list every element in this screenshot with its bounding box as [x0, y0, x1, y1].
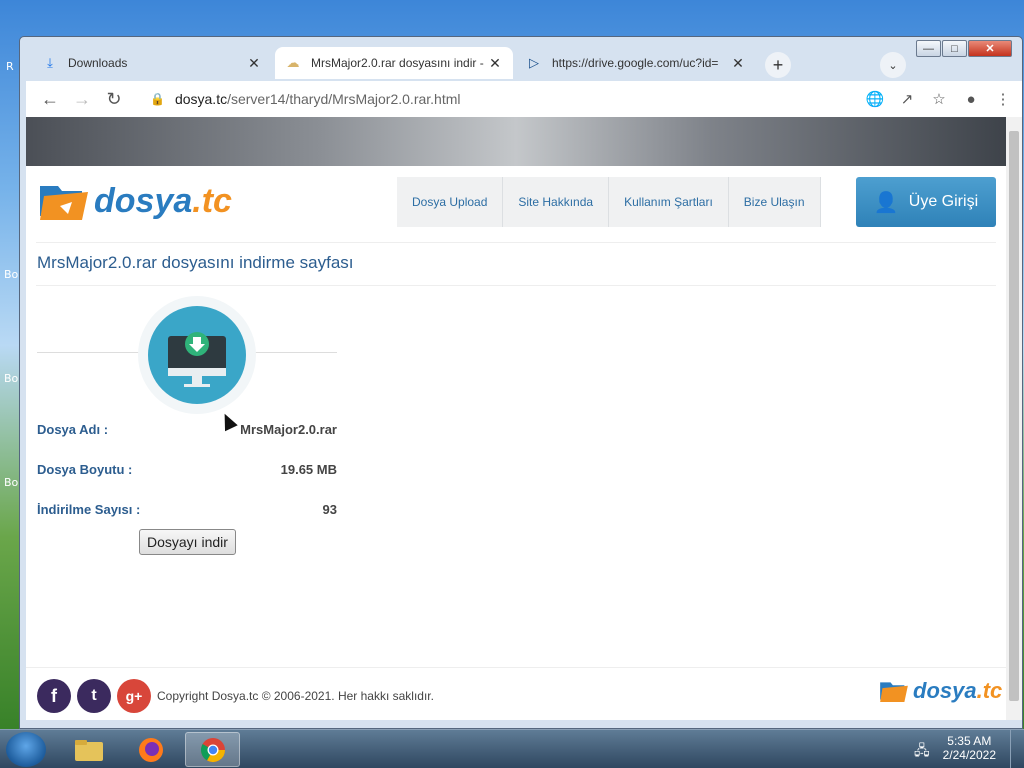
- explorer-taskbar-icon[interactable]: [61, 732, 116, 767]
- site-footer: f t g+ Copyright Dosya.tc © 2006-2021. H…: [26, 667, 1006, 720]
- site-header: dosya.tc Dosya Upload Site Hakkında Kull…: [26, 166, 1006, 242]
- footer-logo-part1: dosya: [913, 678, 977, 703]
- file-size-label: Dosya Boyutu :: [37, 462, 133, 477]
- file-name-value: MrsMajor2.0.rar: [240, 422, 337, 437]
- chrome-taskbar-icon[interactable]: [185, 732, 240, 767]
- dosya-favicon: ☁: [286, 55, 300, 70]
- system-clock[interactable]: 5:35 AM 2/24/2022: [943, 734, 996, 762]
- page-title: MrsMajor2.0.rar dosyasını indirme sayfas…: [36, 242, 996, 286]
- download-file-button[interactable]: Dosyayı indir: [139, 529, 236, 555]
- logo-text-part2: .tc: [192, 181, 232, 220]
- url-path: /server14/tharyd/MrsMajor2.0.rar.html: [227, 91, 461, 107]
- profile-icon[interactable]: ●: [958, 91, 984, 108]
- footer-logo-folder-icon: [880, 682, 908, 702]
- login-button[interactable]: 👤 Üye Girişi: [856, 177, 996, 227]
- nav-bize-ulasin[interactable]: Bize Ulaşın: [729, 177, 821, 227]
- user-icon: 👤: [873, 191, 899, 214]
- tab-search-button[interactable]: ⌄: [880, 52, 906, 78]
- info-row-file-size: Dosya Boyutu : 19.65 MB: [37, 462, 337, 477]
- twitter-icon[interactable]: t: [77, 679, 111, 713]
- back-button[interactable]: ←: [34, 89, 66, 110]
- desktop-icon-label[interactable]: Bo: [4, 476, 18, 489]
- footer-logo-text: dosya.tc: [913, 678, 1002, 704]
- download-graphic: [26, 286, 1006, 414]
- nav-site-hakkinda[interactable]: Site Hakkında: [503, 177, 610, 227]
- translate-icon[interactable]: 🌐: [862, 90, 888, 108]
- tab-drive[interactable]: ▷ https://drive.google.com/uc?id= ✕: [516, 47, 756, 79]
- start-button[interactable]: [6, 732, 46, 767]
- site-logo[interactable]: dosya.tc: [38, 180, 232, 222]
- file-name-label: Dosya Adı :: [37, 422, 109, 437]
- clock-time: 5:35 AM: [947, 734, 992, 748]
- logo-text-part1: dosya: [94, 181, 193, 220]
- download-circle: [148, 306, 246, 404]
- new-tab-button[interactable]: +: [765, 52, 791, 78]
- footer-logo[interactable]: dosya.tc: [879, 678, 1002, 704]
- reload-button[interactable]: ↻: [98, 89, 130, 110]
- copyright-text: Copyright Dosya.tc © 2006-2021. Her hakk…: [157, 689, 434, 703]
- header-banner: [26, 117, 1006, 166]
- monitor-download-icon: [168, 332, 226, 387]
- close-tab-icon[interactable]: ✕: [730, 55, 746, 72]
- browser-toolbar: ← → ↻ 🔒 dosya.tc/server14/tharyd/MrsMajo…: [26, 81, 1022, 117]
- nav-kullanim-sartlari[interactable]: Kullanım Şartları: [609, 177, 729, 227]
- tab-title: Downloads: [68, 56, 128, 70]
- tab-title: MrsMajor2.0.rar dosyasını indir -: [311, 56, 484, 70]
- download-count-label: İndirilme Sayısı :: [37, 502, 141, 517]
- chrome-window: — □ ✕ ⤓ Downloads ✕ ☁ MrsMajor2.0.rar do…: [19, 36, 1023, 729]
- google-plus-icon[interactable]: g+: [117, 679, 151, 713]
- drive-favicon: ▷: [529, 55, 539, 70]
- tab-strip: ⤓ Downloads ✕ ☁ MrsMajor2.0.rar dosyasın…: [26, 45, 1014, 79]
- toolbar-actions: 🌐 ↗ ☆ ● ⋮: [862, 81, 1016, 117]
- menu-icon[interactable]: ⋮: [990, 90, 1016, 108]
- download-icon: ⤓: [47, 55, 53, 70]
- share-icon[interactable]: ↗: [894, 90, 920, 108]
- scrollbar-thumb[interactable]: [1009, 131, 1019, 701]
- nav-dosya-upload[interactable]: Dosya Upload: [397, 177, 504, 227]
- close-tab-icon[interactable]: ✕: [246, 55, 262, 72]
- info-row-download-count: İndirilme Sayısı : 93: [37, 502, 337, 517]
- footer-logo-part2: .tc: [976, 678, 1003, 703]
- show-desktop-button[interactable]: [1010, 730, 1024, 768]
- info-row-file-name: Dosya Adı : MrsMajor2.0.rar: [37, 422, 337, 437]
- bookmark-star-icon[interactable]: ☆: [926, 90, 952, 108]
- close-tab-icon[interactable]: ✕: [487, 55, 503, 72]
- logo-text: dosya.tc: [94, 182, 232, 221]
- tab-dosya[interactable]: ☁ MrsMajor2.0.rar dosyasını indir - ✕: [275, 47, 513, 79]
- address-bar[interactable]: 🔒 dosya.tc/server14/tharyd/MrsMajor2.0.r…: [138, 84, 894, 114]
- site-nav: Dosya Upload Site Hakkında Kullanım Şart…: [397, 177, 821, 227]
- clock-date: 2/24/2022: [942, 748, 996, 762]
- tab-title: https://drive.google.com/uc?id=: [552, 56, 719, 70]
- forward-button[interactable]: →: [66, 89, 98, 110]
- tab-downloads[interactable]: ⤓ Downloads ✕: [32, 47, 272, 79]
- desktop-icon-label[interactable]: R: [6, 60, 14, 73]
- firefox-taskbar-icon[interactable]: [123, 732, 178, 767]
- download-count-value: 93: [322, 502, 337, 517]
- page-viewport: dosya.tc Dosya Upload Site Hakkında Kull…: [26, 117, 1006, 720]
- url-host: dosya.tc: [174, 91, 228, 107]
- login-label: Üye Girişi: [908, 193, 979, 210]
- desktop-icon-label[interactable]: Bo: [4, 268, 18, 281]
- network-icon[interactable]: 🖧: [914, 740, 930, 764]
- lock-icon: 🔒: [150, 92, 165, 106]
- taskbar: 🖧 5:35 AM 2/24/2022: [0, 729, 1024, 768]
- logo-folder-icon: [38, 180, 90, 222]
- desktop-icon-label[interactable]: Bo: [4, 372, 18, 385]
- page-scrollbar[interactable]: [1006, 117, 1022, 720]
- file-size-value: 19.65 MB: [280, 462, 337, 477]
- facebook-icon[interactable]: f: [37, 679, 71, 713]
